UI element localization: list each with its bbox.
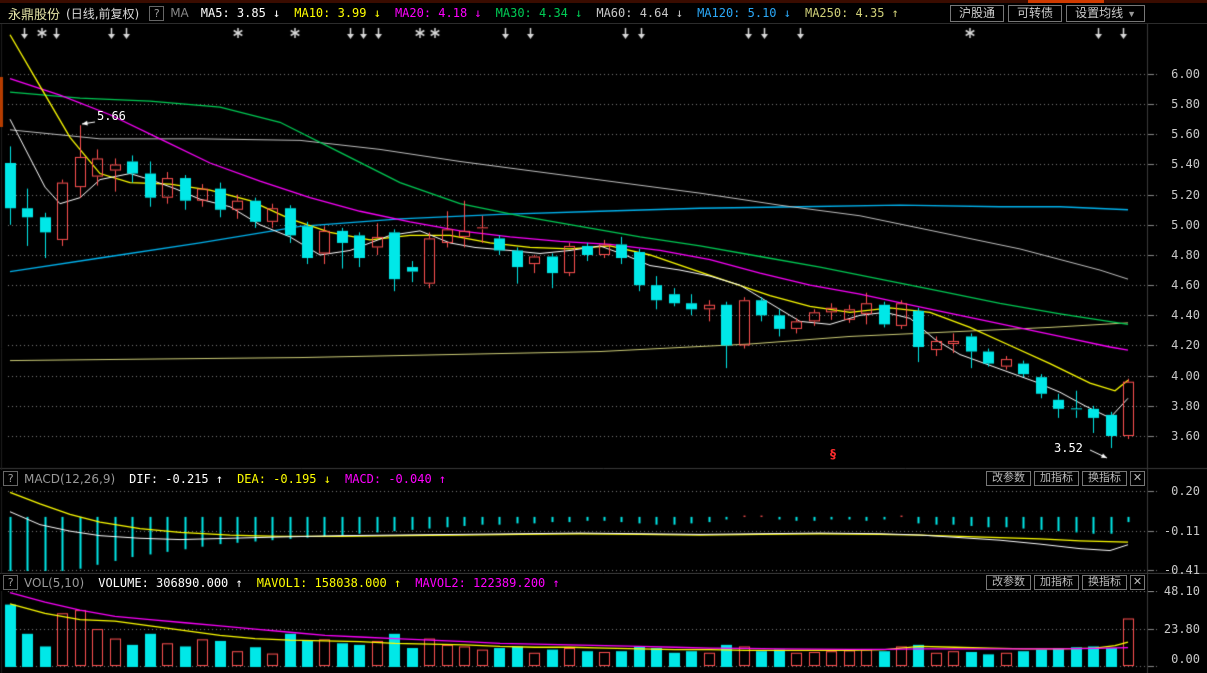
indicator-value: VOLUME: 306890.000 ↑ (98, 576, 243, 590)
price-axis-label: 3.80 (1152, 399, 1200, 413)
price-axis-label: 4.20 (1152, 338, 1200, 352)
macd-panel-buttons: 改参数加指标换指标✕ (986, 471, 1145, 486)
stock-app-window: 永鼎股份 (日线,前复权) ? MA MA5: 3.85 ↓ MA10: 3.99… (0, 0, 1207, 673)
price-axis-label: 4.40 (1152, 308, 1200, 322)
help-icon[interactable]: ? (3, 575, 18, 590)
help-icon[interactable]: ? (149, 6, 164, 21)
close-icon[interactable]: ✕ (1130, 471, 1145, 486)
price-axis-label: 5.60 (1152, 127, 1200, 141)
close-icon[interactable]: ✕ (1130, 575, 1145, 590)
ma-prefix-label: MA (170, 6, 189, 20)
price-axis-label: 4.00 (1152, 369, 1200, 383)
price-axis-label: 5.80 (1152, 97, 1200, 111)
macd-axis-label: 0.20 (1152, 484, 1200, 498)
price-axis-label: 4.60 (1152, 278, 1200, 292)
ma-legend-item: MA5: 3.85 ↓ (201, 6, 280, 20)
high-price-annotation: 5.66 (97, 109, 126, 123)
edit-params-button[interactable]: 改参数 (986, 575, 1031, 590)
top-position-strip[interactable] (0, 0, 1207, 3)
vol-axis-label: 23.80 (1152, 622, 1200, 636)
price-axis-label: 5.00 (1152, 218, 1200, 232)
indicator-value: MAVOL2: 122389.200 ↑ (415, 576, 560, 590)
price-axis-label: 5.20 (1152, 188, 1200, 202)
macd-axis-label: -0.11 (1152, 524, 1200, 538)
add-indicator-button[interactable]: 加指标 (1034, 471, 1079, 486)
macd-indicator-name: MACD(12,26,9) (24, 472, 115, 486)
low-price-annotation: 3.52 (1054, 441, 1083, 455)
vol-indicator-name: VOL(5,10) (24, 576, 84, 590)
stock-title: 永鼎股份 (8, 4, 60, 23)
vol-values: VOLUME: 306890.000 ↑ MAVOL1: 158038.000 ↑… (98, 576, 560, 590)
vol-axis-label: 0.00 (1152, 652, 1200, 666)
ma-legend-item: MA10: 3.99 ↓ (294, 6, 381, 20)
indicator-value: MACD: -0.040 ↑ (345, 472, 446, 486)
switch-indicator-button[interactable]: 换指标 (1082, 471, 1127, 486)
chevron-down-icon: ▼ (1127, 9, 1136, 19)
event-marker: § (830, 447, 836, 461)
price-axis-label: 4.80 (1152, 248, 1200, 262)
ma-legend-item: MA20: 4.18 ↓ (395, 6, 482, 20)
indicator-value: MAVOL1: 158038.000 ↑ (257, 576, 402, 590)
indicator-value: DIF: -0.215 ↑ (129, 472, 223, 486)
toolbar-buttons: 沪股通可转债设置均线▼ (950, 5, 1145, 22)
hsgt-button[interactable]: 沪股通 (950, 5, 1004, 22)
ma-legend-item: MA60: 4.64 ↓ (596, 6, 683, 20)
switch-indicator-button[interactable]: 换指标 (1082, 575, 1127, 590)
price-axis-label: 5.40 (1152, 157, 1200, 171)
help-icon[interactable]: ? (3, 471, 18, 486)
vol-panel-header: ? VOL(5,10) VOLUME: 306890.000 ↑ MAVOL1: … (0, 574, 1147, 591)
chart-canvas[interactable] (0, 0, 1207, 673)
convertible-bond-button[interactable]: 可转债 (1008, 5, 1062, 22)
edit-params-button[interactable]: 改参数 (986, 471, 1031, 486)
indicator-value: DEA: -0.195 ↓ (237, 472, 331, 486)
ma-legend-item: MA120: 5.10 ↓ (697, 6, 791, 20)
price-axis-label: 6.00 (1152, 67, 1200, 81)
ma-legend-item: MA30: 4.34 ↓ (496, 6, 583, 20)
macd-panel-header: ? MACD(12,26,9) DIF: -0.215 ↑ DEA: -0.195… (0, 470, 1147, 487)
macd-axis-label: -0.41 (1152, 563, 1200, 577)
top-position-indicator[interactable] (1028, 0, 1104, 3)
ma-settings-button[interactable]: 设置均线▼ (1066, 5, 1145, 22)
add-indicator-button[interactable]: 加指标 (1034, 575, 1079, 590)
price-axis-label: 3.60 (1152, 429, 1200, 443)
main-toolbar: 永鼎股份 (日线,前复权) ? MA MA5: 3.85 ↓ MA10: 3.99… (0, 3, 1207, 24)
chart-mode-label: (日线,前复权) (66, 5, 139, 22)
ma-legend-item: MA250: 4.35 ↑ (805, 6, 899, 20)
vol-axis-label: 48.10 (1152, 584, 1200, 598)
macd-values: DIF: -0.215 ↑ DEA: -0.195 ↓ MACD: -0.040 ↑ (129, 472, 446, 486)
vol-panel-buttons: 改参数加指标换指标✕ (986, 575, 1145, 590)
ma-legend: MA5: 3.85 ↓ MA10: 3.99 ↓ MA20: 4.18 ↓ MA30:… (201, 6, 899, 20)
